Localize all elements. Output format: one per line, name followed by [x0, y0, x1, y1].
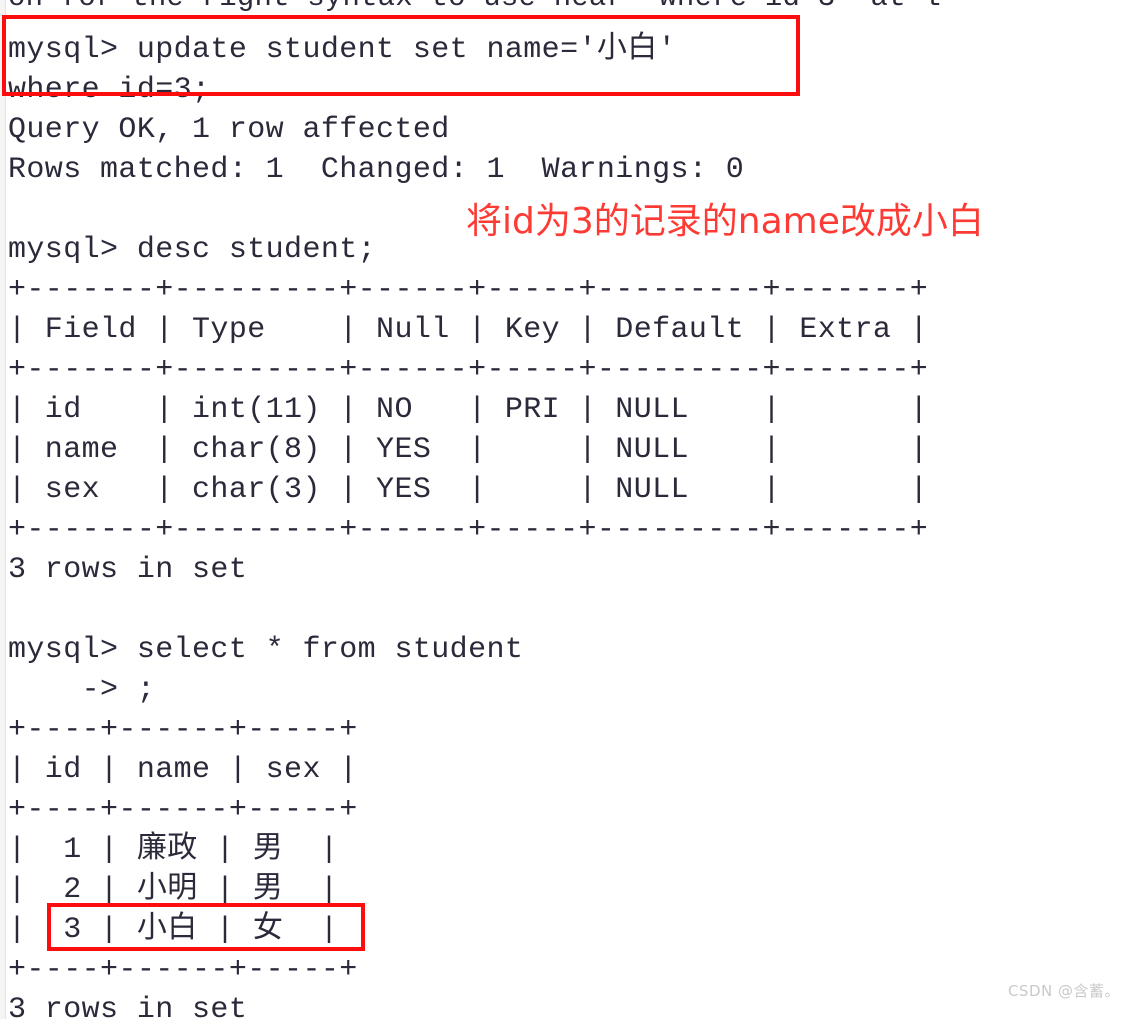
select-table-header-row: | id | name | sex | — [8, 753, 358, 787]
terminal-line-query-ok: Query OK, 1 row affected — [8, 113, 450, 147]
terminal-output: mysql> update student set name='小白' wher… — [8, 0, 1130, 1030]
desc-table-header-row: | Field | Type | Null | Key | Default | … — [8, 313, 929, 347]
terminal-line-select-statement: mysql> select * from student — [8, 633, 524, 667]
select-table-border-bottom: +----+------+-----+ — [8, 953, 358, 987]
select-table-row-1: | 1 | 廉政 | 男 | — [8, 833, 339, 867]
desc-table-row-id: | id | int(11) | NO | PRI | NULL | | — [8, 393, 929, 427]
desc-table-border-top: +-------+---------+------+-----+--------… — [8, 273, 929, 307]
terminal-line-update-where: where id=3; — [8, 73, 211, 107]
desc-rows-in-set: 3 rows in set — [8, 553, 248, 587]
terminal-line-update-statement: mysql> update student set name='小白' — [8, 33, 677, 67]
desc-table-row-sex: | sex | char(3) | YES | | NULL | | — [8, 473, 929, 507]
select-table-border-mid: +----+------+-----+ — [8, 793, 358, 827]
terminal-line-select-continuation: -> ; — [8, 673, 156, 707]
desc-table-border-mid: +-------+---------+------+-----+--------… — [8, 353, 929, 387]
terminal-line-rows-matched: Rows matched: 1 Changed: 1 Warnings: 0 — [8, 153, 745, 187]
annotation-text: 将id为3的记录的name改成小白 — [466, 201, 984, 242]
csdn-watermark: CSDN @含蓄。 — [1007, 982, 1120, 1000]
desc-table-border-bottom: +-------+---------+------+-----+--------… — [8, 513, 929, 547]
left-edge-gutter — [0, 0, 6, 1019]
desc-table-row-name: | name | char(8) | YES | | NULL | | — [8, 433, 929, 467]
select-rows-in-set: 3 rows in set — [8, 993, 248, 1027]
select-table-border-top: +----+------+-----+ — [8, 713, 358, 747]
select-table-row-3: | 3 | 小白 | 女 | — [8, 913, 339, 947]
select-table-row-2: | 2 | 小明 | 男 | — [8, 873, 339, 907]
